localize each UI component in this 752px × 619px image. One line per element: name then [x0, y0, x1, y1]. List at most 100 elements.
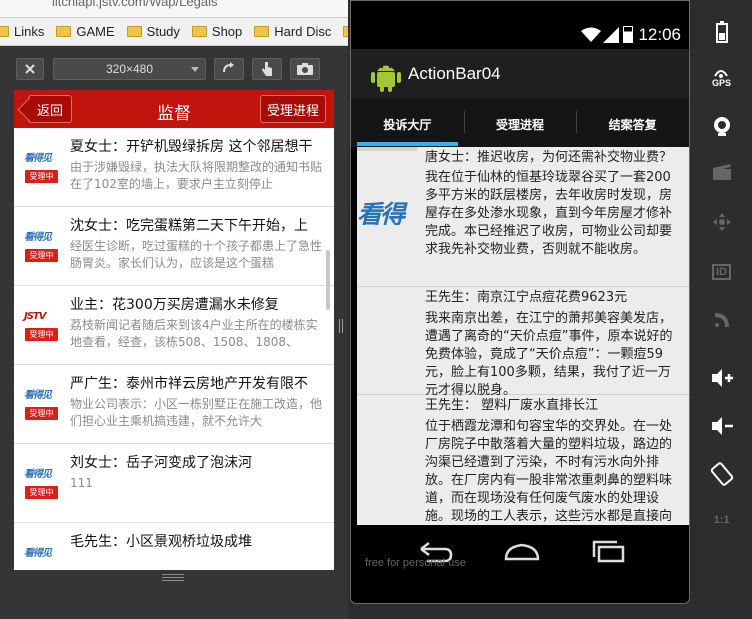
item-title: 刘女士：岳子河变成了泡沫河	[70, 455, 252, 471]
battery-icon	[715, 21, 728, 43]
gps-icon	[714, 70, 729, 78]
identity-button[interactable]: ID	[691, 252, 752, 292]
list-item[interactable]: 王先生：南京江宁点痘花费9623元 我来南京出差，在江宁的萧邦美容美发店，遭遇了…	[357, 287, 689, 398]
tab-progress[interactable]: 受理进程	[463, 99, 577, 147]
item-description: 经医生诊断，吃过蛋糕的十个孩子都患上了急性肠胃炎。家长们认为，应该是这个蛋糕	[70, 239, 323, 270]
bookmark-game[interactable]: GAME	[56, 24, 115, 39]
recent-apps-icon[interactable]	[589, 539, 629, 565]
list-item[interactable]: JSTV 受理中 业主：花300万买房遭漏水未修复 荔枝新闻记者随后来到该4户业…	[14, 286, 334, 365]
volume-up-icon	[711, 369, 733, 387]
volume-down-button[interactable]	[691, 406, 752, 446]
scrollbar[interactable]	[326, 250, 330, 310]
tab-complaint-hall[interactable]: 投诉大厅	[351, 99, 464, 147]
bookmark-links[interactable]: Links	[0, 24, 44, 39]
navigation-bar	[351, 525, 689, 577]
item-description: 荔枝新闻记者随后来到该4户业主所在的楼栋实地查看，经查，该栋508、1508、1…	[70, 318, 318, 349]
device-size-select[interactable]: 320×480	[53, 58, 206, 80]
item-title: 严广生：泰州市祥云房地产开发有限不	[70, 376, 308, 392]
resize-handle-right[interactable]	[339, 318, 345, 333]
resize-handle-bottom[interactable]	[162, 574, 184, 584]
list-item[interactable]: 看得见 受理中 刘女士：岳子河变成了泡沫河 111	[14, 444, 334, 523]
camera-button[interactable]	[691, 106, 752, 146]
action-bar: ActionBar04	[351, 49, 689, 99]
status-badge: 受理中	[25, 170, 58, 183]
item-title: 王先生： 塑料厂废水直排长江	[425, 398, 599, 413]
item-title: 毛先生：小区景观桥垃圾成堆	[70, 534, 252, 550]
folder-icon	[126, 26, 142, 37]
item-body: 我来南京出差，在江宁的萧邦美容美发店，遭遇了离奇的“天价点痘”事件，原本说好的免…	[425, 311, 673, 398]
status-badge: 受理中	[25, 249, 58, 262]
touch-emulation-button[interactable]	[252, 58, 282, 80]
address-bar[interactable]: litchiapi.jstv.com/Wap/Legals	[0, 0, 348, 18]
folder-icon	[56, 26, 72, 37]
item-title: 沈女士：吃完蛋糕第二天下午开始，上	[70, 218, 308, 234]
list-item[interactable]: 王先生： 塑料厂废水直排长江 位于栖霞龙潭和句容宝华的交界处。在一处厂房院子中散…	[357, 395, 689, 525]
status-badge: 受理中	[25, 407, 58, 420]
network-button[interactable]	[691, 300, 752, 340]
item-description: 111	[70, 476, 93, 490]
list-item[interactable]: 看得见 受理中 严广生：泰州市祥云房地产开发有限不 物业公司表示：小区一栋别墅正…	[14, 365, 334, 444]
signal-icon	[603, 27, 619, 43]
mobile-viewport: 返回 监督 受理进程 看得见 受理中 夏女士：开铲机毁绿拆房 这个邻居想干 由于…	[14, 90, 334, 570]
status-badge: 受理中	[25, 328, 58, 341]
bookmark-hard-disc[interactable]: Hard Disc	[254, 24, 331, 39]
video-button[interactable]	[691, 152, 752, 192]
list-item[interactable]: 看得见 受理中 夏女士：开铲机毁绿拆房 这个邻居想干 由于涉嫌毁绿，执法大队将限…	[14, 128, 334, 207]
close-icon	[25, 64, 35, 74]
battery-icon	[623, 26, 633, 43]
channel-logo: 看得见	[24, 469, 52, 480]
clapperboard-icon	[712, 164, 731, 180]
status-badge: 受理中	[25, 486, 58, 499]
battery-button[interactable]	[691, 12, 752, 52]
bookmark-shop[interactable]: Shop	[191, 24, 242, 39]
browser-window: litchiapi.jstv.com/Wap/Legals Links GAME…	[0, 0, 348, 619]
channel-logo: 看得见	[357, 200, 405, 225]
progress-button[interactable]: 受理进程	[260, 95, 326, 123]
item-title: 夏女士：开铲机毁绿拆房 这个邻居想干	[70, 139, 313, 155]
scale-button[interactable]: 1:1	[691, 500, 752, 540]
folder-icon	[254, 26, 270, 37]
dpad-icon	[712, 213, 731, 231]
item-body: 位于栖霞龙潭和句容宝华的交界处。在一处厂房院子中散落着大量的塑料垃圾，路边的沟渠…	[425, 419, 673, 524]
home-icon[interactable]	[502, 539, 542, 565]
device-emulation-toolbar: 320×480	[0, 46, 348, 90]
status-time: 12:06	[638, 25, 681, 44]
screenshot-button[interactable]	[290, 58, 320, 80]
rotate-screen-button[interactable]	[691, 454, 752, 494]
rotate-screen-icon	[710, 462, 733, 486]
wifi-icon	[581, 27, 601, 42]
mobile-header: 返回 监督 受理进程	[14, 90, 334, 128]
android-logo-icon	[371, 65, 401, 92]
network-icon	[714, 313, 729, 327]
gps-label: GPS	[711, 78, 731, 88]
rotate-button[interactable]	[214, 58, 244, 80]
item-title: 唐女士：推迟收房，为何还需补交物业费？	[425, 150, 673, 165]
list-item[interactable]: 看得见 毛先生：小区景观桥垃圾成堆	[14, 523, 334, 570]
complaint-list: 看得见 唐女士：推迟收房，为何还需补交物业费？ 我在位于仙林的恒基玲珑翠谷买了一…	[357, 147, 689, 525]
device-size-value: 320×480	[105, 62, 154, 76]
chevron-down-icon	[191, 67, 199, 72]
android-emulator: 12:06 ActionBar04 投诉大厅 受理进程 结案答复 看得见	[348, 0, 752, 619]
url-text[interactable]: litchiapi.jstv.com/Wap/Legals	[52, 0, 217, 9]
item-title: 业主：花300万买房遭漏水未修复	[70, 297, 279, 313]
item-description: 物业公司表示：小区一栋别墅正在施工改造，他们担心业主乘机搞违建，就不允许大	[70, 397, 323, 428]
app-title: ActionBar04	[408, 64, 501, 83]
list-item[interactable]: 看得见 受理中 沈女士：吃完蛋糕第二天下午开始，上 经医生诊断，吃过蛋糕的十个孩…	[14, 207, 334, 286]
item-description: 由于涉嫌毁绿，执法大队将限期整改的通知书贴在了102室的墙上，要求户主立刻停止	[70, 160, 323, 191]
status-bar: 12:06	[351, 21, 689, 49]
webcam-icon	[713, 117, 730, 136]
channel-logo: 看得见	[24, 548, 52, 559]
close-emulation-button[interactable]	[16, 58, 44, 80]
camera-icon	[297, 63, 313, 75]
volume-up-button[interactable]	[691, 358, 752, 398]
bookmark-study[interactable]: Study	[126, 24, 180, 39]
channel-logo: 看得见	[24, 232, 52, 243]
item-title: 王先生：南京江宁点痘花费9623元	[425, 290, 628, 305]
ratio-icon: 1:1	[713, 514, 730, 526]
tab-case-reply[interactable]: 结案答复	[576, 99, 689, 147]
tab-bar: 投诉大厅 受理进程 结案答复	[351, 99, 689, 147]
channel-logo: 看得见	[24, 390, 52, 401]
gps-button[interactable]: GPS	[691, 58, 752, 98]
remote-control-button[interactable]	[691, 202, 752, 242]
list-item[interactable]: 看得见 唐女士：推迟收房，为何还需补交物业费？ 我在位于仙林的恒基玲珑翠谷买了一…	[357, 147, 689, 287]
